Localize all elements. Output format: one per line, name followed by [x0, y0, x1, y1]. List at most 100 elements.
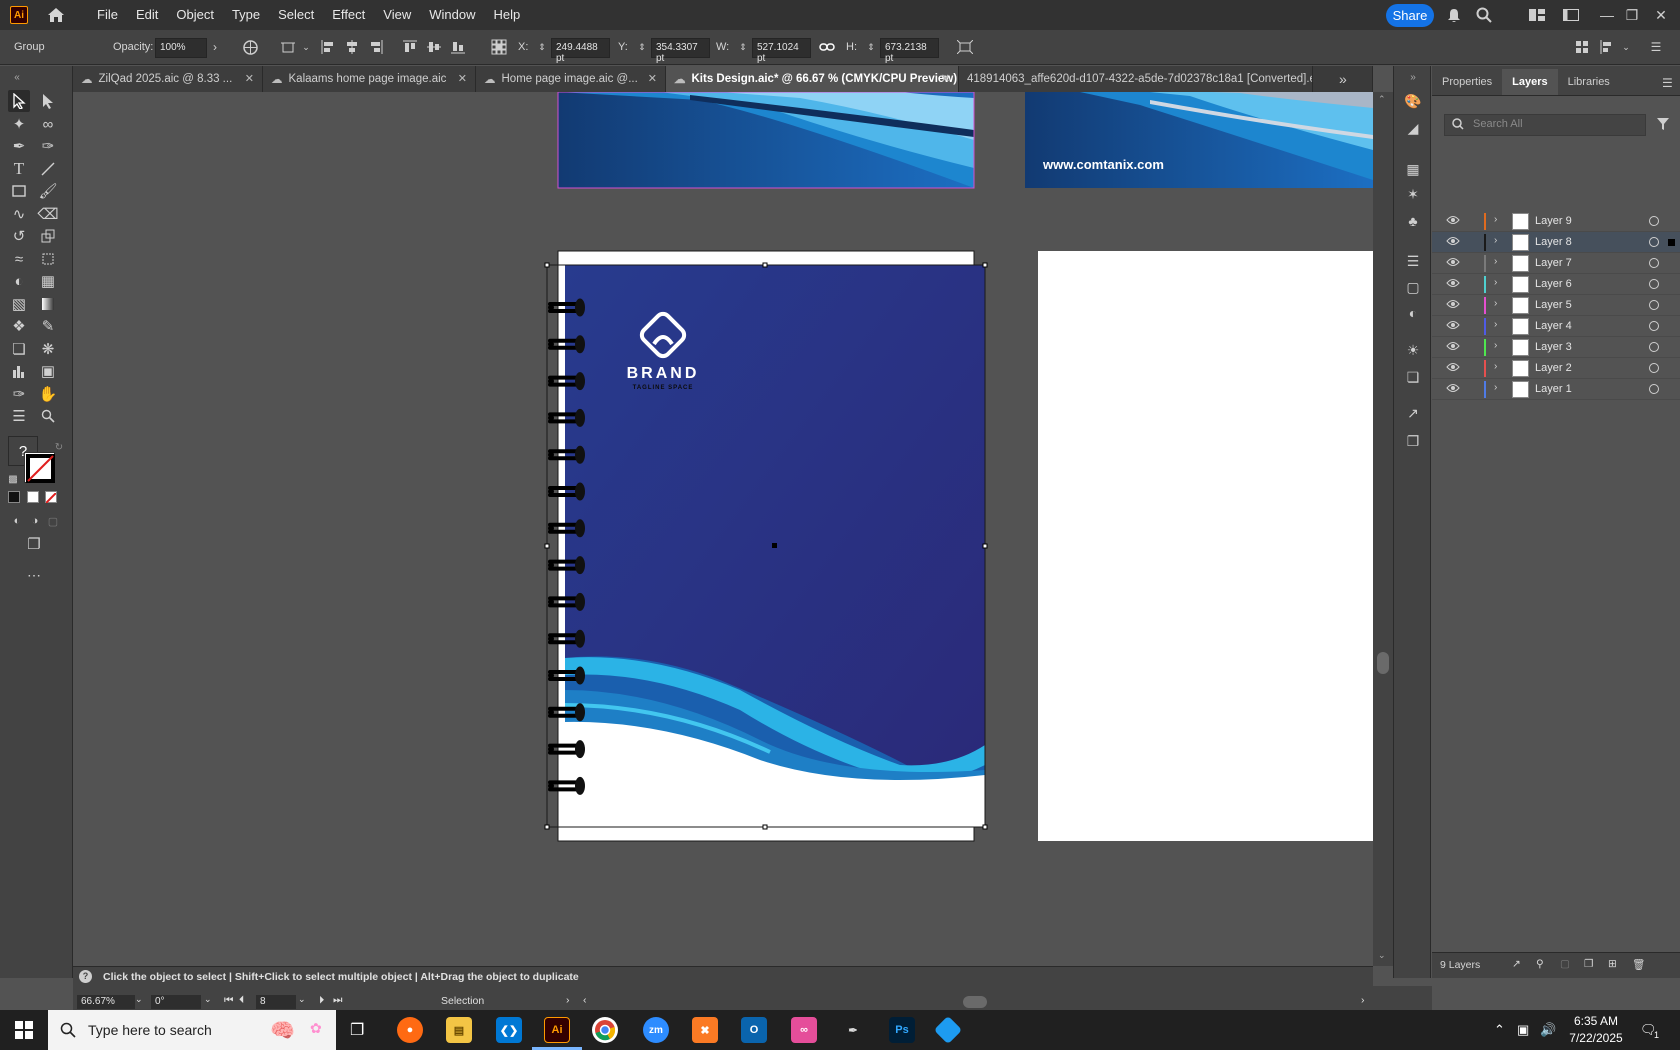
artboard-tool-icon[interactable]: ▣	[37, 360, 59, 382]
reference-point-icon[interactable]	[491, 39, 507, 55]
tab-kits-design[interactable]: ☁ Kits Design.aic* @ 66.67 % (CMYK/CPU P…	[666, 66, 959, 92]
chrome-icon[interactable]	[592, 1017, 618, 1043]
tab-kalaams[interactable]: ☁ Kalaams home page image.aic ✕	[263, 66, 476, 92]
expand-chevron-icon[interactable]: ›	[1494, 256, 1497, 267]
scrollbar-thumb[interactable]	[1377, 652, 1389, 674]
opacity-field[interactable]: 100%	[155, 38, 207, 58]
app-diamond-icon[interactable]	[933, 1015, 963, 1045]
tabs-overflow[interactable]: »	[1313, 66, 1373, 92]
layer-name[interactable]: Layer 4	[1535, 320, 1572, 332]
top-artboard-left[interactable]	[557, 92, 975, 189]
visibility-eye-icon[interactable]	[1446, 383, 1460, 395]
tab-properties[interactable]: Properties	[1432, 69, 1502, 95]
chevron-down-icon[interactable]: ⌄	[1618, 39, 1634, 55]
print-tiling-tool-icon[interactable]: ☰	[8, 405, 30, 427]
layer-row[interactable]: › Layer 3	[1432, 337, 1680, 358]
artboards-icon[interactable]: ❐	[1404, 432, 1422, 450]
layer-target-icon[interactable]	[1649, 216, 1659, 226]
layer-row[interactable]: › Layer 6	[1432, 274, 1680, 295]
align-bottom-icon[interactable]	[450, 39, 466, 55]
align-middle-icon[interactable]	[426, 39, 442, 55]
h-stepper[interactable]: ⇕	[866, 39, 876, 55]
layer-name[interactable]: Layer 9	[1535, 215, 1572, 227]
close-icon[interactable]: ✕	[245, 72, 254, 85]
last-artboard-icon[interactable]: ⏭	[333, 994, 342, 1007]
align-to-icon[interactable]	[281, 39, 297, 55]
stroke-panel-icon[interactable]: ☰	[1404, 252, 1422, 270]
rectangle-tool-icon[interactable]	[8, 180, 30, 202]
chevron-left-icon[interactable]: ‹	[583, 994, 587, 1006]
tab-converted-eps[interactable]: 418914063_affe620d-d107-4322-a5de-7d0237…	[959, 66, 1313, 92]
recolor-icon[interactable]	[242, 39, 258, 55]
tab-layers[interactable]: Layers	[1502, 69, 1558, 95]
layer-name[interactable]: Layer 8	[1535, 236, 1572, 248]
next-artboard-icon[interactable]: ⏵	[319, 994, 324, 1007]
pen-app-icon[interactable]: ✒	[840, 1017, 866, 1043]
layer-name[interactable]: Layer 5	[1535, 299, 1572, 311]
firefox-icon[interactable]: ●	[397, 1017, 423, 1043]
chevron-double-right-icon[interactable]: »	[1339, 71, 1347, 87]
menu-window[interactable]: Window	[420, 1, 484, 29]
xampp-icon[interactable]: ✖	[692, 1017, 718, 1043]
windows-start-icon[interactable]	[15, 1021, 33, 1039]
layer-name[interactable]: Layer 6	[1535, 278, 1572, 290]
chevron-right-icon[interactable]: ›	[566, 994, 570, 1006]
draw-inside-icon[interactable]: ▢	[42, 510, 64, 532]
eraser-tool-icon[interactable]: ⌫	[37, 203, 59, 225]
layer-row[interactable]: › Layer 2	[1432, 358, 1680, 379]
column-graph-tool-icon[interactable]	[8, 360, 30, 382]
layer-name[interactable]: Layer 3	[1535, 341, 1572, 353]
screen-mode-icon[interactable]: ❐	[23, 533, 45, 555]
layer-target-icon[interactable]	[1649, 237, 1659, 247]
blank-artboard[interactable]	[1038, 251, 1373, 841]
appearance-icon[interactable]: ☀	[1404, 341, 1422, 359]
first-artboard-icon[interactable]: ⏮	[224, 994, 233, 1007]
layer-name[interactable]: Layer 7	[1535, 257, 1572, 269]
expand-chevron-icon[interactable]: ›	[1494, 214, 1497, 225]
visibility-eye-icon[interactable]	[1446, 257, 1460, 269]
menu-type[interactable]: Type	[223, 1, 269, 29]
arrange-documents-icon[interactable]	[1528, 6, 1546, 24]
locate-object-icon[interactable]: ⚲	[1536, 958, 1544, 970]
blend-tool-icon[interactable]: ❏	[8, 338, 30, 360]
rotate-tool-icon[interactable]: ↺	[8, 225, 30, 247]
layer-row[interactable]: › Layer 9	[1432, 211, 1680, 232]
vertical-scrollbar[interactable]: ⌃ ⌄	[1373, 92, 1393, 966]
gradient-mode-icon[interactable]	[27, 491, 39, 503]
lasso-tool-icon[interactable]: ∞	[37, 113, 59, 135]
layer-row[interactable]: › Layer 4	[1432, 316, 1680, 337]
chevron-down-icon[interactable]: ⌄	[1378, 950, 1386, 961]
minimize-icon[interactable]: —	[1598, 6, 1616, 24]
chevron-down-icon[interactable]: ⌄	[298, 39, 314, 55]
free-transform-tool-icon[interactable]	[37, 248, 59, 270]
warp-tool-icon[interactable]: ≈	[8, 248, 30, 270]
pen-tool-icon[interactable]: ✒	[8, 135, 30, 157]
layer-row[interactable]: › Layer 8	[1432, 232, 1680, 253]
layer-target-icon[interactable]	[1649, 300, 1659, 310]
file-explorer-icon[interactable]: ▤	[446, 1017, 472, 1043]
task-view-icon[interactable]: ❐	[350, 1020, 364, 1040]
swatches-icon[interactable]: ▦	[1404, 160, 1422, 178]
y-stepper[interactable]: ⇕	[637, 39, 647, 55]
w-field[interactable]: 527.1024 pt	[752, 38, 811, 64]
layer-name[interactable]: Layer 1	[1535, 383, 1572, 395]
layer-row[interactable]: › Layer 1	[1432, 379, 1680, 400]
clipping-mask-icon[interactable]: ▢	[1560, 958, 1570, 970]
chevron-down-icon[interactable]: ⌄	[298, 994, 306, 1005]
export-icon[interactable]: ↗	[1404, 404, 1422, 422]
chevron-right-icon[interactable]: ›	[207, 39, 223, 55]
new-sublayer-icon[interactable]: ❐	[1584, 958, 1593, 970]
scale-tool-icon[interactable]	[37, 225, 59, 247]
collapse-icon[interactable]: «	[6, 66, 28, 88]
align-top-icon[interactable]	[402, 39, 418, 55]
visibility-eye-icon[interactable]	[1446, 278, 1460, 290]
color-panel-icon[interactable]: 🎨	[1404, 92, 1422, 110]
chevron-up-icon[interactable]: ⌃	[1494, 1022, 1505, 1038]
transparency-icon[interactable]: ◐	[1404, 304, 1422, 322]
align-right-icon[interactable]	[368, 39, 384, 55]
eyedropper-tool-icon[interactable]: ❖	[8, 315, 30, 337]
creative-cloud-icon[interactable]: ∞	[791, 1017, 817, 1043]
brushes-icon[interactable]: ✶	[1404, 185, 1422, 203]
layer-target-icon[interactable]	[1649, 384, 1659, 394]
align-center-icon[interactable]	[344, 39, 360, 55]
